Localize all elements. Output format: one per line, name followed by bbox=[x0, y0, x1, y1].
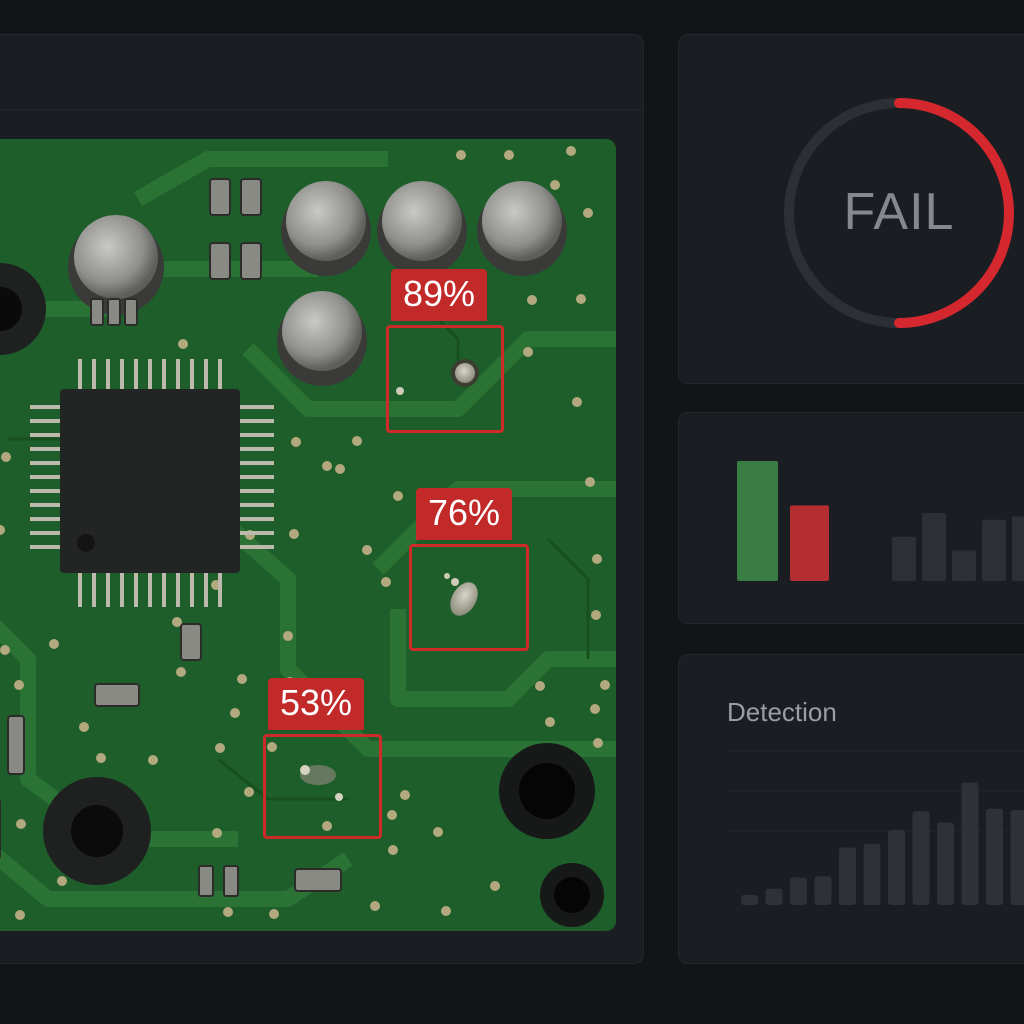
detection-card: Detection bbox=[678, 654, 1024, 964]
histogram-bar bbox=[765, 888, 783, 905]
pass-bar bbox=[737, 461, 778, 581]
detection-confidence-label-2: 76% bbox=[416, 488, 513, 540]
histogram-bar bbox=[1010, 810, 1024, 905]
histogram-bar bbox=[863, 843, 881, 905]
pcb-image[interactable]: 89% 76% 53% bbox=[0, 139, 616, 931]
fail-bar bbox=[790, 505, 829, 581]
histogram-bar bbox=[937, 822, 954, 905]
history-bar bbox=[922, 513, 946, 581]
history-bar bbox=[952, 550, 976, 581]
viewer-header bbox=[0, 35, 643, 110]
history-bar bbox=[892, 536, 916, 581]
histogram-bar bbox=[888, 830, 905, 905]
histogram-bar bbox=[790, 877, 807, 905]
history-bar bbox=[982, 519, 1006, 581]
detection-box-1[interactable] bbox=[386, 325, 504, 433]
histogram-bar bbox=[986, 808, 1003, 905]
detection-box-2[interactable] bbox=[409, 544, 529, 651]
summary-bars-card bbox=[678, 412, 1024, 624]
detection-box-3[interactable] bbox=[263, 734, 382, 839]
detection-confidence-label-3: 53% bbox=[268, 678, 365, 730]
detection-histogram bbox=[727, 750, 1024, 905]
image-viewer-panel: 89% 76% 53% bbox=[0, 34, 644, 964]
histogram-bar bbox=[741, 895, 758, 905]
histogram-bar bbox=[961, 782, 979, 905]
inspection-status-card: FAIL bbox=[678, 34, 1024, 384]
histogram-bar bbox=[912, 811, 930, 905]
inspection-result-text: FAIL bbox=[843, 183, 955, 241]
histogram-bar bbox=[839, 847, 856, 905]
histogram-bar bbox=[814, 876, 832, 905]
summary-bars-chart bbox=[737, 461, 1024, 581]
ic-chip bbox=[30, 359, 274, 607]
history-bar bbox=[1012, 516, 1024, 581]
detection-confidence-label-1: 89% bbox=[391, 269, 488, 321]
